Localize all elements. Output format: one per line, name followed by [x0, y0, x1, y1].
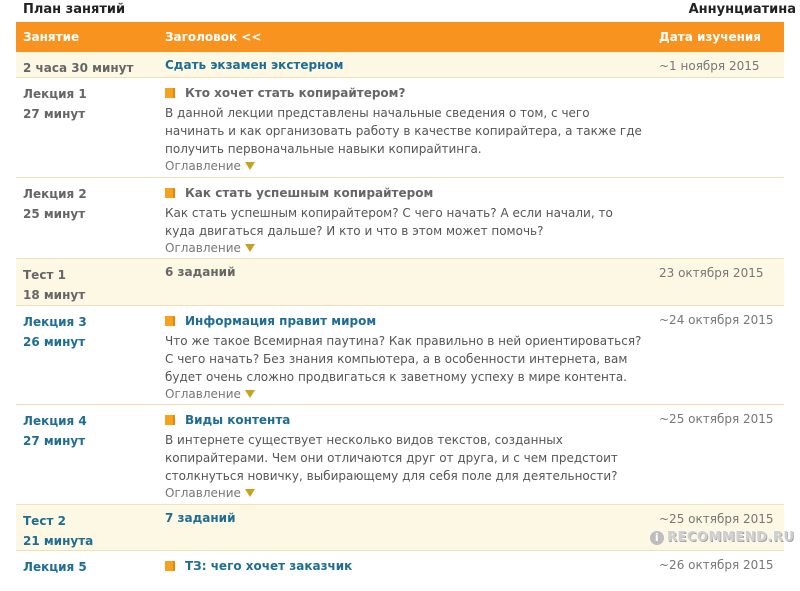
- study-date: ~25 октября 2015: [659, 412, 774, 426]
- lesson-type: Лекция 1: [23, 87, 87, 101]
- lesson-type: Лекция 3: [23, 315, 87, 329]
- triangle-down-icon: [244, 162, 255, 170]
- toc-toggle[interactable]: Оглавление: [165, 386, 645, 402]
- lesson-description: В интернете существует несколько видов т…: [165, 433, 618, 483]
- lesson-duration: 25 минут: [23, 207, 86, 221]
- triangle-down-icon: [244, 390, 255, 398]
- study-date: ~24 октября 2015: [659, 313, 774, 327]
- lesson-duration: 27 минут: [23, 434, 86, 448]
- page-title: План занятий: [23, 2, 126, 17]
- test-tasks[interactable]: 7 заданий: [165, 511, 236, 525]
- lesson-type: Тест 1: [23, 268, 66, 282]
- top-bar: План занятий Аннунциатина: [0, 0, 800, 22]
- lesson-type: Тест 2: [23, 514, 66, 528]
- toc-label: Оглавление: [165, 387, 241, 401]
- triangle-down-icon: [244, 244, 255, 252]
- test-tasks[interactable]: 6 заданий: [165, 265, 236, 279]
- study-date: ~25 октября 2015: [659, 512, 774, 526]
- table-row: Лекция 3 26 минут Информация правит миром…: [16, 306, 784, 405]
- column-header-date: Дата изучения: [659, 30, 761, 44]
- study-date: ~1 ноября 2015: [659, 59, 760, 73]
- toc-toggle[interactable]: Оглавление: [165, 158, 645, 174]
- lesson-description: В данной лекции представлены начальные с…: [165, 106, 642, 156]
- lesson-description: Как стать успешным копирайтером? С чего …: [165, 206, 613, 238]
- toc-toggle[interactable]: Оглавление: [165, 240, 645, 256]
- column-header-title-sort[interactable]: Заголовок <<: [165, 30, 261, 44]
- lesson-title[interactable]: Кто хочет стать копирайтером?: [185, 86, 405, 100]
- lesson-type: Лекция 4: [23, 414, 87, 428]
- lesson-type: Лекция 2: [23, 187, 87, 201]
- toc-toggle[interactable]: Оглавление: [165, 485, 645, 501]
- lesson-description: Что же такое Всемирная паутина? Как прав…: [165, 334, 642, 384]
- lesson-title[interactable]: Виды контента: [185, 413, 290, 427]
- table-row: Тест 1 18 минут 6 заданий 23 октября 2015: [16, 259, 784, 306]
- book-icon: [165, 415, 175, 425]
- lesson-duration: 26 минут: [23, 335, 86, 349]
- lesson-title[interactable]: Как стать успешным копирайтером: [185, 186, 433, 200]
- lesson-duration: 27 минут: [23, 107, 86, 121]
- lesson-title[interactable]: ТЗ: чего хочет заказчик: [185, 559, 352, 573]
- table-row: Лекция 2 25 минут Как стать успешным копи…: [16, 178, 784, 259]
- table-row: Лекция 4 27 минут Виды контента В интерне…: [16, 405, 784, 505]
- lesson-type: Лекция 5: [23, 560, 87, 574]
- study-date: ~26 октября 2015: [659, 558, 774, 572]
- exam-link[interactable]: Сдать экзамен экстерном: [165, 58, 343, 72]
- lesson-duration: 21 минута: [23, 534, 94, 548]
- lesson-duration: 18 минут: [23, 288, 86, 302]
- triangle-down-icon: [244, 489, 255, 497]
- table-row: Лекция 1 27 минут Кто хочет стать копирай…: [16, 78, 784, 178]
- book-icon: [165, 316, 175, 326]
- book-icon: [165, 88, 175, 98]
- author-name[interactable]: Аннунциатина: [689, 2, 796, 17]
- table-row: Лекция 5 ТЗ: чего хочет заказчик ~26 окт…: [16, 551, 784, 591]
- table-header: Занятие Заголовок << Дата изучения: [16, 22, 784, 52]
- recommend-logo-icon: i: [650, 531, 664, 545]
- lesson-duration: 2 часа 30 минут: [23, 61, 134, 75]
- book-icon: [165, 188, 175, 198]
- table-row: 2 часа 30 минут Сдать экзамен экстерном …: [16, 52, 784, 78]
- lesson-title[interactable]: Информация правит миром: [185, 314, 376, 328]
- toc-label: Оглавление: [165, 159, 241, 173]
- toc-label: Оглавление: [165, 241, 241, 255]
- toc-label: Оглавление: [165, 486, 241, 500]
- column-header-lesson: Занятие: [23, 30, 80, 44]
- watermark: i RECOMMEND.RU: [650, 530, 794, 545]
- study-date: 23 октября 2015: [659, 266, 764, 280]
- watermark-text: RECOMMEND.RU: [667, 530, 795, 545]
